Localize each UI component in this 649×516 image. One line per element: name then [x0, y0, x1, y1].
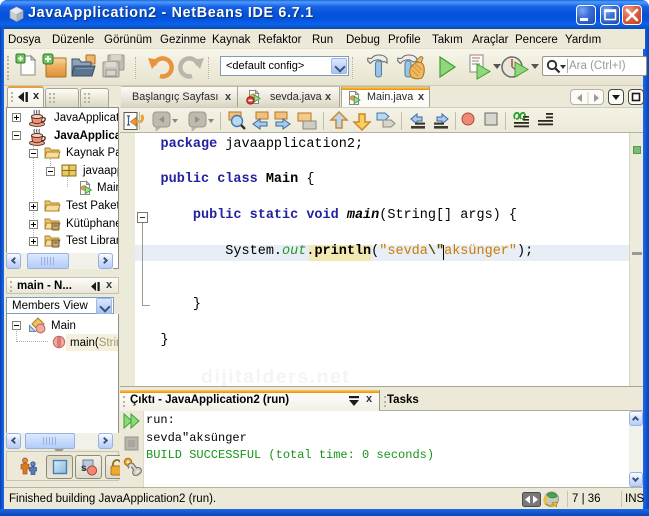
svg-text:s: s: [81, 463, 87, 474]
